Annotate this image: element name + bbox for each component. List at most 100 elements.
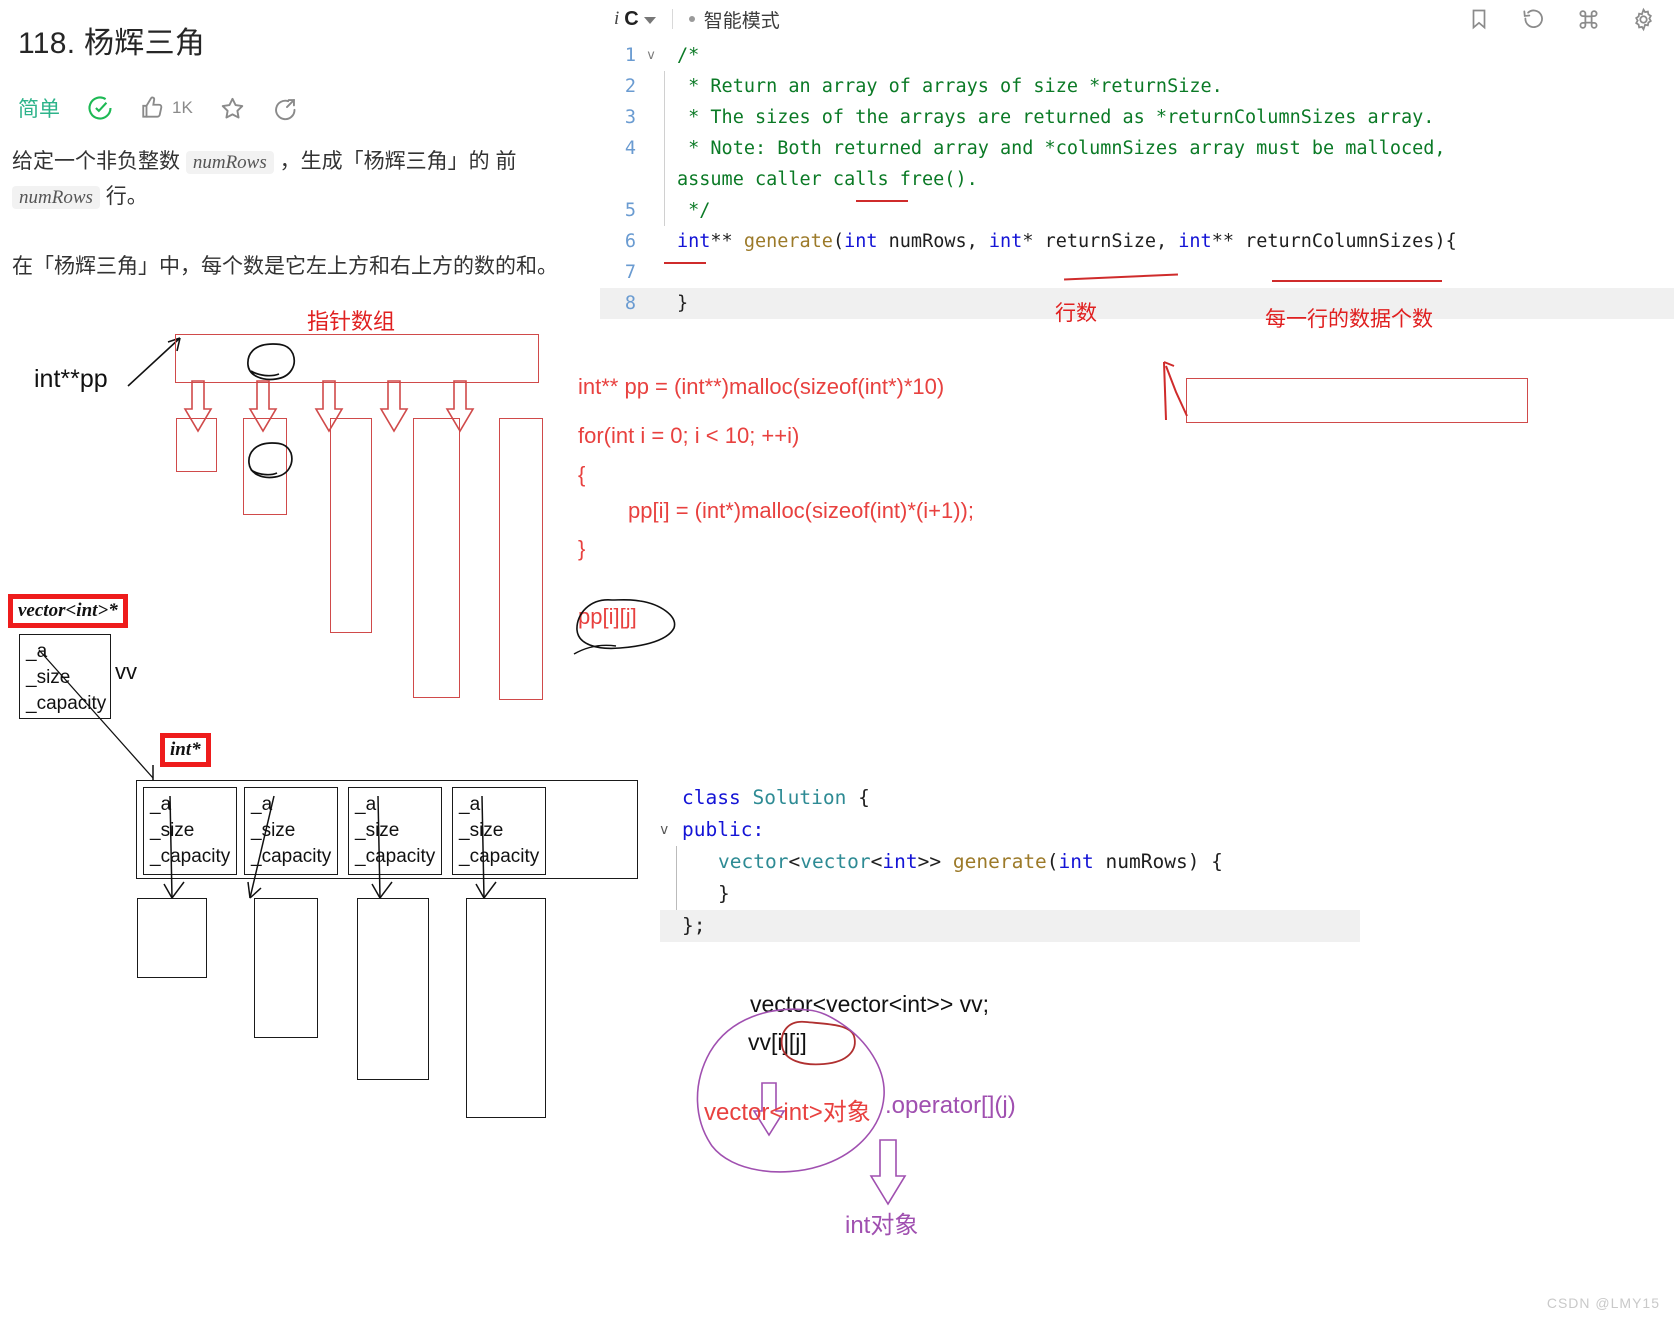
share-button[interactable] [272,95,299,122]
favorite-button[interactable] [219,95,246,122]
cpp-code-line[interactable]: }; [660,910,1360,942]
malloc-code-line-4: pp[i] = (int*)malloc(sizeof(int)*(i+1)); [628,498,974,523]
code-editor-panel: i C 智能模式 1 v /* 2 * Return an array of a… [600,0,1674,335]
pointer-array-box [175,334,539,383]
cpp-fold-toggle-icon[interactable]: v [660,814,676,846]
code-text: * The sizes of the arrays are returned a… [677,102,1434,133]
annotation-int-pp: int**pp [34,365,108,393]
pointer-cell-5 [499,418,543,700]
int-array-3 [357,898,429,1080]
cpp-code-token: Solution [752,786,847,809]
code-text: */ [677,195,710,226]
code-line[interactable]: assume caller calls free(). [600,164,1674,195]
editor-toolbar-actions [1467,7,1656,32]
int-array-1 [137,898,207,978]
cpp-code-token: } [718,882,730,905]
smart-mode-toggle[interactable]: 智能模式 [688,6,780,33]
code-text: assume caller calls free(). [677,164,978,195]
int-array-4 [466,898,546,1118]
code-token: /* [677,45,700,66]
reset-icon[interactable] [1521,7,1546,32]
int-array-2 [254,898,318,1038]
desc1-text-b: ，生成「杨辉三角」的 [279,150,490,173]
watermark: CSDN @LMY15 [1546,1295,1660,1311]
cpp-code-line[interactable]: vector<vector<int>> generate(int numRows… [660,846,1360,878]
cpp-code-block[interactable]: class Solution {v public: vector<vector<in… [660,782,1360,942]
code-line[interactable]: 7 [600,257,1674,288]
code-line[interactable]: 2 * Return an array of arrays of size *r… [600,71,1674,102]
fold-toggle-icon[interactable]: v [644,40,658,71]
fold-toggle-icon [644,226,658,257]
language-name: C [624,7,639,30]
gear-icon[interactable] [1631,7,1656,32]
code-line[interactable]: 5 */ [600,195,1674,226]
cpp-code-token: numRows [1093,850,1188,873]
chevron-down-icon [643,17,656,24]
cpp-code-text: vector<vector<int>> generate(int numRows… [718,846,1223,878]
code-text: * Note: Both returned array and *columnS… [677,133,1446,164]
cpp-fold-toggle-icon [660,878,676,910]
pen-scribble-1 [247,343,295,381]
code-token: * Return an array of arrays of size *ret… [677,76,1223,97]
code-line[interactable]: 1 v /* [600,40,1674,71]
fold-toggle-icon [644,164,658,195]
line-number: 7 [624,262,636,283]
check-circle-icon [88,96,112,120]
code-line[interactable]: 8} [600,288,1674,319]
cpp-block-guide [676,878,677,910]
cpp-code-token: int [882,850,918,873]
code-token: * Note: Both returned array and *columnS… [677,138,1446,159]
pen-underline-array [856,200,908,202]
cpp-code-token: generate [952,850,1047,873]
desc2-text-a: 前 [495,150,517,173]
code-token: * returnSize, [1022,231,1179,252]
code-token: int [988,231,1023,252]
language-selector[interactable]: i C [614,8,656,31]
star-icon [221,97,244,119]
cpp-code-token: ) { [1187,850,1223,873]
line-number: 3 [624,107,636,128]
solved-status-icon[interactable] [86,94,114,122]
cpp-block-guide [676,846,677,878]
code-token: * The sizes of the arrays are returned a… [677,107,1435,128]
pointer-cell-4 [413,418,460,698]
block-guide [664,133,665,164]
status-dot-icon [688,16,695,22]
toolbar-divider [671,9,673,29]
code-line[interactable]: 3 * The sizes of the arrays are returned… [600,102,1674,133]
cpp-code-line[interactable]: class Solution { [660,782,1360,814]
cpp-code-text: } [718,878,730,910]
tag-int-ptr: int* [160,733,211,767]
bookmark-icon[interactable] [1467,7,1491,31]
problem-panel: 118. 杨辉三角 简单 1K 给定一个非负整数 numRows ，生成「杨辉三… [0,0,600,300]
cpp-code-token: < [788,850,801,873]
cpp-fold-toggle-icon [660,910,676,942]
block-guide [664,195,665,226]
pen-scribble-2 [248,442,293,479]
fold-toggle-icon [644,71,658,102]
code-token: int [677,231,711,252]
pointer-cell-3 [330,418,372,633]
code-text: * Return an array of arrays of size *ret… [677,71,1223,102]
line-number: 6 [624,231,636,252]
int-obj-label: int对象 [845,1212,919,1239]
code-line[interactable]: 4 * Note: Both returned array and *colum… [600,133,1674,164]
like-button[interactable]: 1K [140,95,193,121]
line-number: 2 [624,76,636,97]
malloc-code-line-5: } [578,536,586,561]
cpp-fold-toggle-icon [660,846,676,878]
cpp-code-token: >> [917,850,953,873]
cpp-code-line[interactable]: v public: [660,814,1360,846]
cpp-code-token: }; [682,914,706,937]
cpp-code-line[interactable]: } [660,878,1360,910]
code-token: int [844,231,878,252]
pen-underline-int [664,262,706,264]
block-guide [664,71,665,102]
pen-arrow-right [1163,361,1188,421]
command-icon[interactable] [1576,7,1601,32]
problem-description-line1: 给定一个非负整数 numRows ，生成「杨辉三角」的 前 numRows 行。 [12,145,582,214]
gutter-spacer [658,288,677,319]
language-prefix: i [614,8,620,29]
code-line[interactable]: 6 int** generate(int numRows, int* return… [600,226,1674,257]
problem-meta-row: 简单 1K [18,88,299,128]
